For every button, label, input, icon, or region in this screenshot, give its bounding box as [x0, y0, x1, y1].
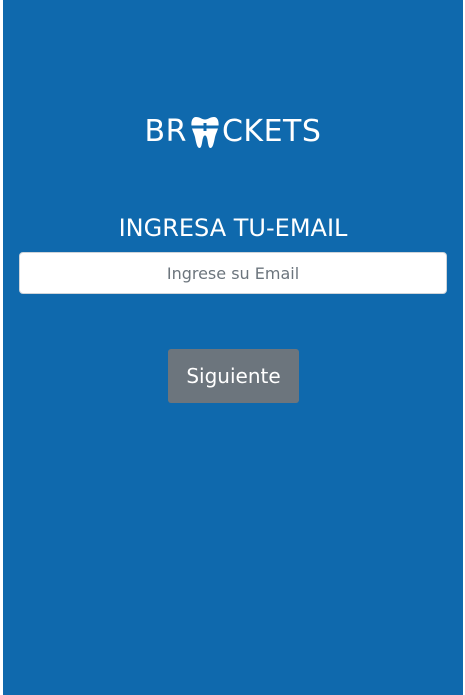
next-button[interactable]: Siguiente: [168, 349, 299, 403]
logo-text-end: CKETS: [221, 114, 322, 149]
login-screen: BR CKETS INGRESA TU-EMAIL Siguiente: [3, 0, 463, 695]
email-input[interactable]: [19, 252, 447, 294]
logo-text-start: BR: [144, 114, 187, 149]
tooth-icon: [190, 114, 220, 150]
brand-logo: BR CKETS: [3, 112, 463, 152]
email-heading: INGRESA TU-EMAIL: [118, 214, 348, 242]
